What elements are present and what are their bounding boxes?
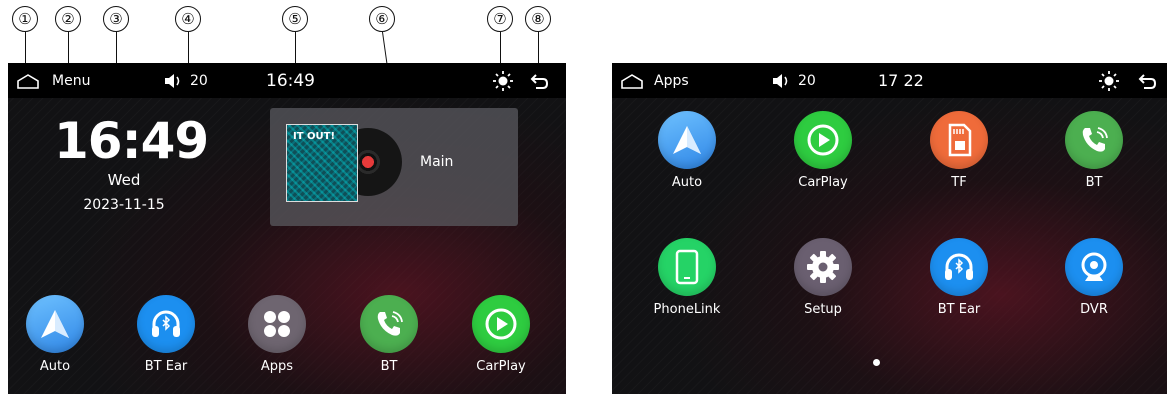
app-bt-ear[interactable]: BT Ear (911, 238, 1007, 317)
album-cover-text: IT OUT! (293, 131, 336, 142)
track-name: Main (420, 154, 454, 170)
gear-icon (794, 238, 852, 296)
app-carplay[interactable]: CarPlay (775, 111, 871, 190)
callout-1: ① (5, 6, 45, 32)
bluetooth-headphones-icon (137, 295, 195, 353)
app-label: Setup (804, 302, 842, 317)
clock-day: Wed (107, 171, 141, 189)
dock-app-carplay[interactable]: CarPlay (453, 295, 549, 374)
apps-screen: Apps 20 17 22 Auto CarPlay TF BT PhoneLi… (612, 63, 1167, 394)
dock-app-bt-ear[interactable]: BT Ear (118, 295, 214, 374)
album-cover: IT OUT! (286, 124, 358, 202)
page-indicator-dot[interactable] (873, 359, 880, 366)
volume-level: 20 (190, 72, 208, 89)
carplay-icon (472, 295, 530, 353)
dock-label: Apps (260, 359, 294, 374)
home-button[interactable] (16, 63, 40, 98)
callout-7: ⑦ (480, 6, 520, 32)
volume-button[interactable]: 20 (164, 63, 208, 98)
screen-title: Apps (654, 72, 689, 89)
apps-grid-icon (248, 295, 306, 353)
app-setup[interactable]: Setup (775, 238, 871, 317)
brightness-button[interactable] (1098, 63, 1120, 98)
home-screen: Menu 20 16:49 16:49 Wed 2023-11-15 IT OU… (8, 63, 566, 394)
home-icon (621, 73, 643, 89)
dock-app-bt[interactable]: BT (341, 295, 437, 374)
back-arrow-icon (530, 73, 549, 89)
app-label: DVR (1080, 302, 1108, 317)
sun-icon (493, 70, 513, 91)
volume-level: 20 (798, 72, 816, 89)
menu-label[interactable]: Menu (52, 63, 90, 98)
dock-label: BT (380, 359, 398, 374)
app-phonelink[interactable]: PhoneLink (639, 238, 735, 317)
bluetooth-headphones-icon (930, 238, 988, 296)
android-auto-icon (658, 111, 716, 169)
home-icon (17, 73, 39, 89)
status-time: 17 22 (878, 71, 924, 90)
app-dvr[interactable]: DVR (1046, 238, 1142, 317)
volume-button[interactable]: 20 (772, 63, 816, 98)
app-label: TF (951, 175, 967, 190)
status-time: 16:49 (266, 70, 315, 91)
speaker-icon (773, 73, 788, 88)
app-bt[interactable]: BT (1046, 111, 1142, 190)
back-arrow-icon (1138, 73, 1157, 89)
callout-6: ⑥ (362, 6, 402, 32)
app-label: BT (1085, 175, 1103, 190)
sd-card-icon (930, 111, 988, 169)
dock-app-apps[interactable]: Apps (229, 295, 325, 374)
speaker-icon (165, 73, 180, 88)
home-button[interactable] (620, 63, 644, 98)
app-auto[interactable]: Auto (639, 111, 735, 190)
dock-label: Auto (39, 359, 71, 374)
status-bar: Menu 20 16:49 (8, 63, 566, 98)
dock-label: CarPlay (476, 359, 526, 374)
sun-icon (1099, 70, 1119, 91)
callout-3: ③ (96, 6, 136, 32)
app-label: CarPlay (798, 175, 848, 190)
brightness-button[interactable] (492, 63, 514, 98)
callout-4: ④ (168, 6, 208, 32)
callout-2: ② (48, 6, 88, 32)
app-label: BT Ear (937, 302, 981, 317)
phone-icon (1065, 111, 1123, 169)
back-button[interactable] (1138, 63, 1158, 98)
smartphone-icon (658, 238, 716, 296)
dock-label: BT Ear (144, 359, 188, 374)
callout-5: ⑤ (275, 6, 315, 32)
phone-icon (360, 295, 418, 353)
back-button[interactable] (530, 63, 550, 98)
app-label: Auto (671, 175, 703, 190)
media-widget[interactable]: IT OUT! Main (270, 108, 518, 226)
callout-8: ⑧ (518, 6, 558, 32)
android-auto-icon (26, 295, 84, 353)
app-tf[interactable]: TF (911, 111, 1007, 190)
clock-time: 16:49 (54, 112, 209, 170)
carplay-icon (794, 111, 852, 169)
clock-date: 2023-11-15 (83, 197, 165, 213)
app-label: PhoneLink (653, 302, 721, 317)
status-bar: Apps 20 17 22 (612, 63, 1167, 98)
dock-app-auto[interactable]: Auto (8, 295, 103, 374)
camera-icon (1065, 238, 1123, 296)
